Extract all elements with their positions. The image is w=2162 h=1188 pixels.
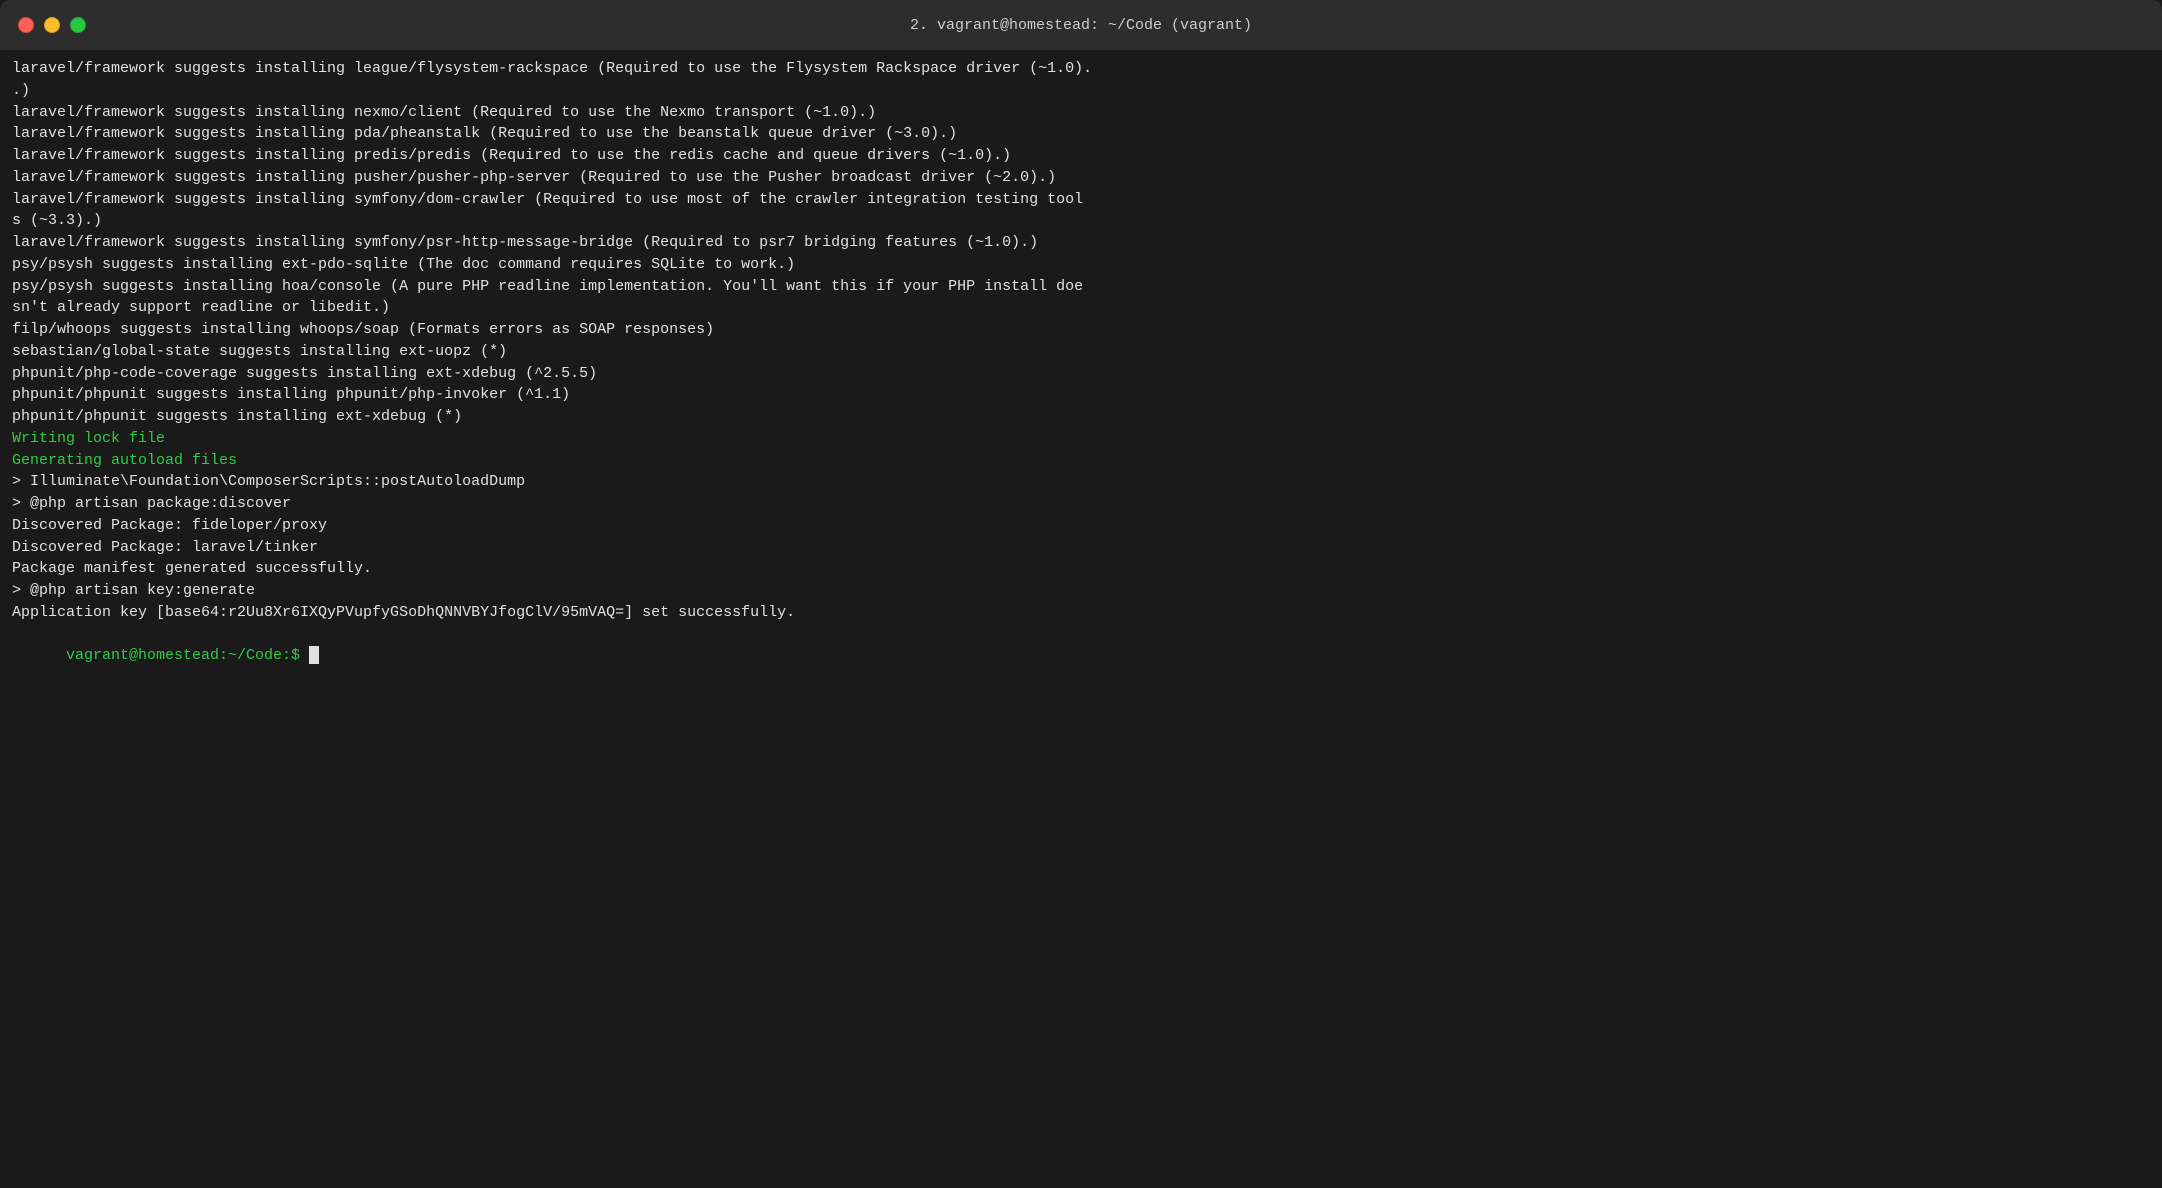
terminal-line: s (~3.3).) <box>12 210 2150 232</box>
prompt-label: vagrant@homestead:~/Code:$ <box>66 647 300 664</box>
minimize-button[interactable] <box>44 17 60 33</box>
terminal-line: sn't already support readline or libedit… <box>12 297 2150 319</box>
terminal-line: psy/psysh suggests installing hoa/consol… <box>12 276 2150 298</box>
terminal-line: phpunit/php-code-coverage suggests insta… <box>12 363 2150 385</box>
prompt-symbol <box>300 647 309 664</box>
terminal-line: laravel/framework suggests installing le… <box>12 58 2150 80</box>
titlebar: 2. vagrant@homestead: ~/Code (vagrant) <box>0 0 2162 50</box>
terminal-prompt-line: vagrant@homestead:~/Code:$ <box>12 624 2150 689</box>
terminal-line: Discovered Package: fideloper/proxy <box>12 515 2150 537</box>
terminal-line: > @php artisan package:discover <box>12 493 2150 515</box>
terminal-line: filp/whoops suggests installing whoops/s… <box>12 319 2150 341</box>
terminal-line: Writing lock file <box>12 428 2150 450</box>
terminal-line: laravel/framework suggests installing pu… <box>12 167 2150 189</box>
terminal-line: phpunit/phpunit suggests installing phpu… <box>12 384 2150 406</box>
terminal-line: laravel/framework suggests installing sy… <box>12 232 2150 254</box>
terminal-line: Discovered Package: laravel/tinker <box>12 537 2150 559</box>
cursor <box>309 646 319 664</box>
terminal-line: > @php artisan key:generate <box>12 580 2150 602</box>
terminal-line: .) <box>12 80 2150 102</box>
terminal-line: phpunit/phpunit suggests installing ext-… <box>12 406 2150 428</box>
terminal-line: laravel/framework suggests installing sy… <box>12 189 2150 211</box>
terminal-line: laravel/framework suggests installing pr… <box>12 145 2150 167</box>
terminal-line: > Illuminate\Foundation\ComposerScripts:… <box>12 471 2150 493</box>
terminal-line: sebastian/global-state suggests installi… <box>12 341 2150 363</box>
terminal-line: Generating autoload files <box>12 450 2150 472</box>
terminal-line: laravel/framework suggests installing pd… <box>12 123 2150 145</box>
terminal-line: Application key [base64:r2Uu8Xr6IXQyPVup… <box>12 602 2150 624</box>
terminal-line: Package manifest generated successfully. <box>12 558 2150 580</box>
terminal-body[interactable]: laravel/framework suggests installing le… <box>0 50 2162 1188</box>
window-title: 2. vagrant@homestead: ~/Code (vagrant) <box>910 17 1252 34</box>
terminal-window: 2. vagrant@homestead: ~/Code (vagrant) l… <box>0 0 2162 1188</box>
maximize-button[interactable] <box>70 17 86 33</box>
terminal-line: psy/psysh suggests installing ext-pdo-sq… <box>12 254 2150 276</box>
traffic-lights <box>18 17 86 33</box>
close-button[interactable] <box>18 17 34 33</box>
terminal-line: laravel/framework suggests installing ne… <box>12 102 2150 124</box>
